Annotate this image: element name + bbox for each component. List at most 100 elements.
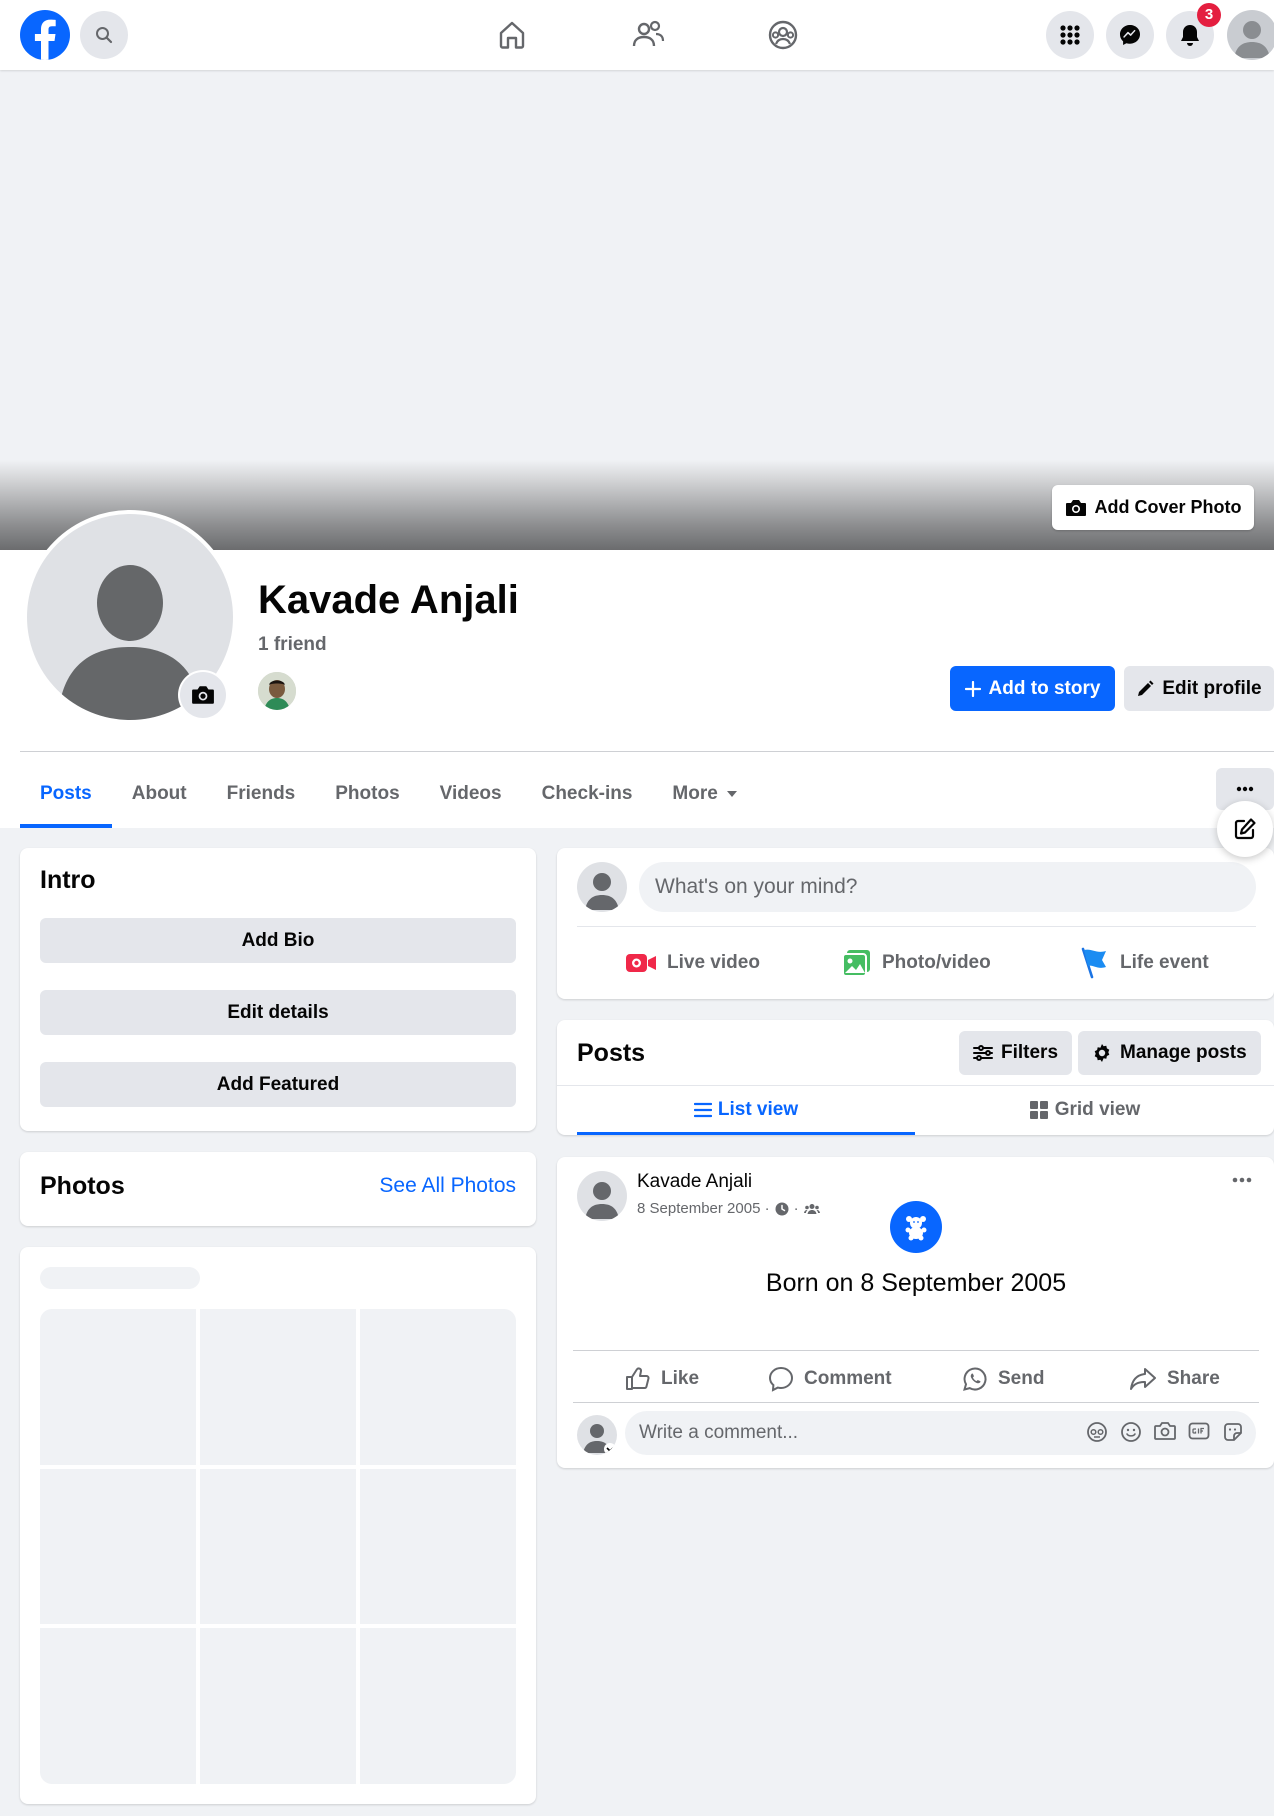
post-author-name[interactable]: Kavade Anjali (637, 1171, 752, 1193)
friend-count-link[interactable]: 1 friend (258, 634, 327, 656)
photo-placeholder (40, 1468, 196, 1625)
update-profile-picture-button[interactable] (180, 672, 226, 718)
friends-audience-icon[interactable] (803, 1203, 820, 1215)
composer-avatar[interactable] (577, 862, 627, 912)
photo-grid-placeholder (40, 1309, 516, 1784)
photo-placeholder (360, 1628, 516, 1784)
tab-videos[interactable]: Videos (420, 760, 522, 828)
add-to-story-button[interactable]: Add to story (950, 666, 1115, 711)
tab-posts[interactable]: Posts (20, 760, 112, 828)
tab-about[interactable]: About (112, 760, 207, 828)
like-label: Like (661, 1368, 700, 1389)
camera-icon[interactable] (1154, 1421, 1176, 1443)
life-event-label: Life event (1120, 952, 1209, 973)
filters-button[interactable]: Filters (959, 1031, 1073, 1075)
tab-check-ins[interactable]: Check-ins (522, 760, 653, 828)
meta-dot: · (793, 1200, 799, 1217)
groups-nav-button[interactable] (763, 15, 803, 55)
tab-friends[interactable]: Friends (207, 760, 316, 828)
search-button[interactable] (80, 11, 128, 59)
filters-label: Filters (1001, 1042, 1059, 1063)
photos-loading-card (20, 1247, 536, 1804)
tab-photos[interactable]: Photos (315, 760, 419, 828)
grid-view-tab[interactable]: Grid view (915, 1086, 1254, 1134)
whats-on-your-mind-input[interactable]: What's on your mind? (639, 862, 1256, 912)
list-view-label: List view (717, 1099, 799, 1120)
emoji-icon[interactable] (1120, 1421, 1142, 1443)
sticker-icon[interactable] (1222, 1421, 1244, 1443)
home-nav-button[interactable] (492, 15, 532, 55)
list-view-active-indicator (577, 1132, 915, 1135)
top-navigation-bar: 3 (0, 0, 1274, 70)
photo-placeholder (360, 1468, 516, 1625)
list-icon (693, 1102, 712, 1118)
post-author-avatar[interactable] (577, 1171, 627, 1221)
composer-divider (577, 926, 1256, 927)
compose-icon (1233, 817, 1257, 841)
manage-posts-label: Manage posts (1120, 1042, 1247, 1063)
like-button[interactable]: Like (625, 1357, 699, 1401)
post-date[interactable]: 8 September 2005 · (637, 1200, 770, 1217)
live-video-button[interactable]: Live video (625, 938, 760, 988)
friends-icon (631, 19, 665, 51)
write-comment-input[interactable]: Write a comment... (625, 1411, 1256, 1455)
cover-photo-area (0, 70, 1274, 550)
post-options-button[interactable] (1232, 1177, 1252, 1183)
menu-button[interactable] (1046, 11, 1094, 59)
add-cover-photo-button[interactable]: Add Cover Photo (1052, 485, 1254, 530)
header-divider (20, 751, 1274, 752)
edit-details-button[interactable]: Edit details (40, 990, 516, 1035)
friend-avatar[interactable] (256, 670, 298, 712)
avatar-sticker-icon[interactable] (1086, 1421, 1108, 1443)
photo-placeholder (200, 1628, 356, 1784)
facebook-logo[interactable] (20, 10, 70, 60)
photo-placeholder (40, 1309, 196, 1465)
tab-label: About (131, 783, 187, 804)
account-avatar[interactable] (1227, 10, 1274, 60)
grid-view-label: Grid view (1054, 1099, 1141, 1120)
list-view-tab[interactable]: List view (577, 1086, 915, 1134)
more-dots-icon (1236, 786, 1254, 792)
life-event-badge (890, 1201, 942, 1253)
photo-video-icon (842, 949, 872, 977)
groups-icon (767, 19, 799, 51)
comment-tools (1086, 1421, 1244, 1443)
post-divider (573, 1402, 1259, 1403)
post-content: Born on 8 September 2005 (765, 1269, 1067, 1297)
add-bio-button[interactable]: Add Bio (40, 918, 516, 963)
messenger-button[interactable] (1106, 11, 1154, 59)
profile-name: Kavade Anjali (258, 578, 519, 622)
posts-title: Posts (577, 1039, 646, 1067)
floating-compose-button[interactable] (1217, 801, 1273, 857)
comment-avatar[interactable] (577, 1415, 617, 1455)
photo-video-button[interactable]: Photo/video (842, 938, 991, 988)
friends-nav-button[interactable] (628, 15, 668, 55)
comment-button[interactable]: Comment (768, 1357, 892, 1401)
post-card: Kavade Anjali 8 September 2005 · · Born … (557, 1157, 1274, 1468)
edit-profile-button[interactable]: Edit profile (1124, 666, 1274, 711)
live-video-label: Live video (667, 952, 760, 973)
life-event-button[interactable]: Life event (1080, 938, 1209, 988)
add-cover-photo-label: Add Cover Photo (1094, 497, 1242, 517)
see-all-photos-link[interactable]: See All Photos (379, 1174, 516, 1198)
photo-placeholder (200, 1468, 356, 1625)
tab-more[interactable]: More (652, 760, 757, 828)
send-label: Send (998, 1368, 1045, 1389)
messenger-icon (1118, 23, 1142, 47)
photos-card-header: Photos See All Photos (20, 1152, 536, 1226)
send-button[interactable]: Send (962, 1357, 1044, 1401)
add-featured-button[interactable]: Add Featured (40, 1062, 516, 1107)
camera-icon (1065, 499, 1087, 517)
home-icon (496, 19, 528, 51)
share-button[interactable]: Share (1129, 1357, 1220, 1401)
photo-placeholder (40, 1628, 196, 1784)
more-dots-icon (1232, 1177, 1252, 1183)
gif-icon[interactable] (1188, 1421, 1210, 1443)
share-arrow-icon (1129, 1367, 1157, 1391)
bell-icon (1179, 23, 1201, 47)
photo-video-label: Photo/video (882, 952, 991, 973)
share-label: Share (1167, 1368, 1220, 1389)
edit-profile-label: Edit profile (1162, 677, 1262, 699)
tab-label: Photos (335, 783, 400, 804)
manage-posts-button[interactable]: Manage posts (1078, 1031, 1261, 1075)
